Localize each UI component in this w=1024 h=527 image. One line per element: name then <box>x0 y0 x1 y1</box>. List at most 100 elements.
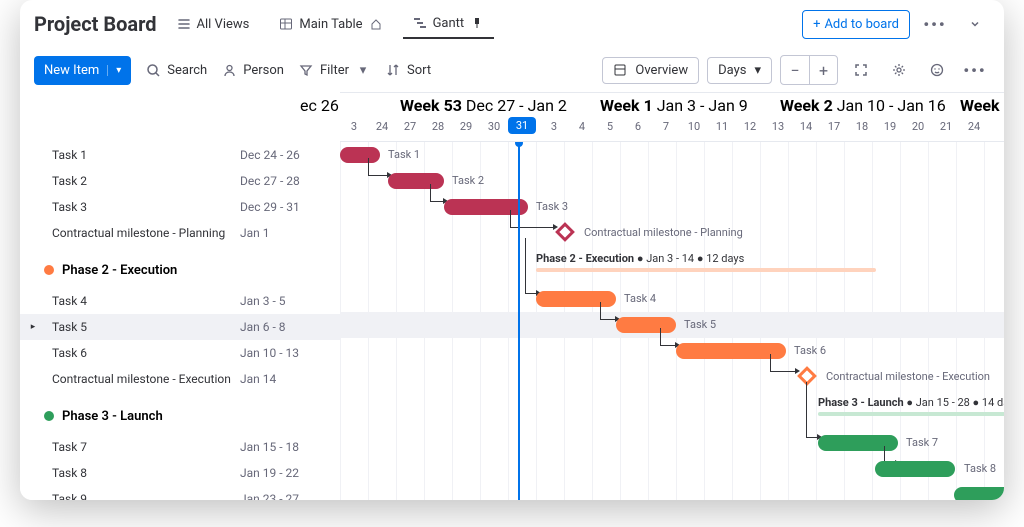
task-row[interactable]: Contractual milestone - PlanningJan 1 <box>20 220 340 246</box>
tab-gantt[interactable]: Gantt <box>403 10 495 39</box>
search-icon <box>145 62 161 78</box>
dependency-arrow <box>368 158 388 176</box>
day-cell[interactable]: 21 <box>932 120 960 133</box>
day-cell[interactable]: 24 <box>368 120 396 133</box>
day-cell[interactable]: 24 <box>960 120 988 133</box>
day-cell[interactable]: 31 <box>508 117 536 134</box>
day-cell[interactable]: 27 <box>396 120 424 133</box>
day-cell[interactable]: 11 <box>708 120 736 133</box>
filter-button[interactable]: Filter ▾ <box>298 62 371 78</box>
task-name: Contractual milestone - Execution <box>20 372 240 386</box>
chevron-down-icon[interactable] <box>960 9 990 39</box>
day-cell[interactable]: 5 <box>596 120 624 133</box>
gantt-bar[interactable] <box>875 461 955 477</box>
bar-label: Task 4 <box>624 292 656 305</box>
add-board-label: Add to board <box>824 17 899 32</box>
new-item-button[interactable]: New Item ▾ <box>34 56 131 85</box>
bar-label: Task 6 <box>794 344 826 357</box>
day-cell[interactable]: 14 <box>792 120 820 133</box>
phase-bar[interactable] <box>818 412 1004 416</box>
task-row[interactable]: Task 3Dec 29 - 31 <box>20 194 340 220</box>
chevron-down-icon: ▾ <box>754 63 761 78</box>
task-row[interactable]: Task 2Dec 27 - 28 <box>20 168 340 194</box>
day-cell[interactable]: 30 <box>480 120 508 133</box>
task-row[interactable]: ▸Task 5Jan 6 - 8 <box>20 314 340 340</box>
dependency-arrow <box>600 302 616 320</box>
dependency-arrow <box>510 210 554 228</box>
person-button[interactable]: Person <box>221 62 284 78</box>
overview-button[interactable]: Overview <box>602 57 699 84</box>
task-name: Contractual milestone - Planning <box>20 226 240 240</box>
task-name: Task 6 <box>20 346 240 360</box>
task-row[interactable]: Task 6Jan 10 - 13 <box>20 340 340 366</box>
group-header[interactable]: Phase 3 - Launch <box>20 398 340 434</box>
day-cell[interactable]: 17 <box>820 120 848 133</box>
bar-label: Task 5 <box>684 318 716 331</box>
zoom-out-button[interactable]: − <box>781 56 809 84</box>
gear-icon[interactable] <box>884 55 914 85</box>
day-cell[interactable]: 3 <box>340 120 368 133</box>
gantt-bar[interactable] <box>954 487 1004 500</box>
scale-select[interactable]: Days ▾ <box>707 57 772 84</box>
add-to-board-button[interactable]: + Add to board <box>802 10 910 39</box>
day-cell[interactable]: 10 <box>680 120 708 133</box>
task-row[interactable]: Task 7Jan 15 - 18 <box>20 434 340 460</box>
day-cell[interactable]: 3 <box>540 120 568 133</box>
fullscreen-icon[interactable] <box>846 55 876 85</box>
task-row[interactable]: Task 1Dec 24 - 26 <box>20 142 340 168</box>
sort-button[interactable]: Sort <box>385 62 431 78</box>
chat-icon[interactable] <box>922 55 952 85</box>
day-cell[interactable]: 20 <box>904 120 932 133</box>
day-cell[interactable]: 13 <box>764 120 792 133</box>
more-icon[interactable]: ••• <box>920 9 950 39</box>
caret-icon[interactable]: ▸ <box>26 320 40 334</box>
search-button[interactable]: Search <box>145 62 207 78</box>
today-line <box>518 142 520 500</box>
phase-bar[interactable] <box>536 268 876 272</box>
task-row[interactable]: Task 9Jan 23 - 27 <box>20 486 340 500</box>
day-cell[interactable]: 28 <box>424 120 452 133</box>
search-label: Search <box>167 63 207 78</box>
week-label: Week 53 Dec 27 - Jan 2 <box>400 96 567 115</box>
day-cell[interactable]: 6 <box>624 120 652 133</box>
task-row[interactable]: Task 4Jan 3 - 5 <box>20 288 340 314</box>
task-dates: Dec 24 - 26 <box>240 148 300 162</box>
tab-label: All Views <box>197 17 250 32</box>
task-name: Task 4 <box>20 294 240 308</box>
task-dates: Jan 19 - 22 <box>240 466 299 480</box>
tab-all-views[interactable]: All Views <box>167 11 260 38</box>
scale-label: Days <box>718 63 746 78</box>
task-name: Task 9 <box>20 492 240 500</box>
list-icon <box>177 17 191 31</box>
phase-summary: Phase 2 - Execution ● Jan 3 - 14 ● 12 da… <box>536 252 744 265</box>
dependency-arrow <box>525 238 537 294</box>
day-cell[interactable]: 12 <box>736 120 764 133</box>
task-dates: Jan 10 - 13 <box>240 346 299 360</box>
tab-label: Main Table <box>299 17 362 32</box>
more-icon[interactable]: ••• <box>960 55 990 85</box>
chevron-down-icon: ▾ <box>355 62 371 78</box>
week-label: Week 1 Jan 3 - Jan 9 <box>600 96 748 115</box>
day-cell[interactable]: 19 <box>876 120 904 133</box>
table-icon <box>279 17 293 31</box>
chevron-down-icon[interactable]: ▾ <box>107 65 121 76</box>
day-cell[interactable]: 18 <box>848 120 876 133</box>
tab-main-table[interactable]: Main Table <box>269 11 392 38</box>
task-dates: Jan 14 <box>240 372 276 386</box>
day-cell[interactable]: 4 <box>568 120 596 133</box>
group-color-dot <box>44 265 54 275</box>
day-cell[interactable]: 29 <box>452 120 480 133</box>
person-icon <box>221 62 237 78</box>
group-name: Phase 3 - Launch <box>62 409 163 424</box>
task-row[interactable]: Contractual milestone - ExecutionJan 14 <box>20 366 340 392</box>
zoom-in-button[interactable]: + <box>809 56 837 84</box>
group-header[interactable]: Phase 2 - Execution <box>20 252 340 288</box>
task-name: Task 2 <box>20 174 240 188</box>
milestone-label: Contractual milestone - Execution <box>826 370 990 383</box>
task-name: Task 3 <box>20 200 240 214</box>
day-cell[interactable]: 7 <box>652 120 680 133</box>
filter-icon <box>298 62 314 78</box>
dependency-arrow <box>806 382 818 438</box>
board-title: Project Board <box>34 12 157 36</box>
task-row[interactable]: Task 8Jan 19 - 22 <box>20 460 340 486</box>
